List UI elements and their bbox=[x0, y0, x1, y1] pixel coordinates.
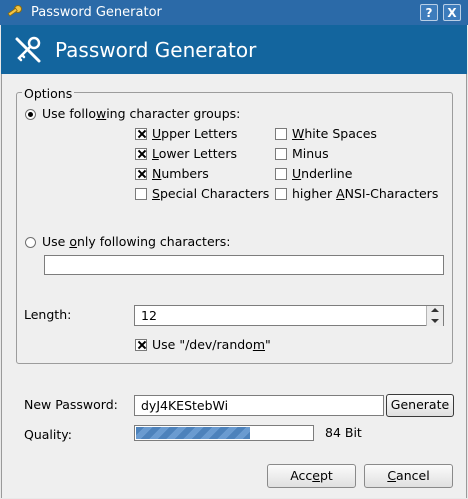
checkbox-upper-letters-label[interactable]: Upper Letters bbox=[152, 126, 237, 141]
checkbox-higher-ansi-label[interactable]: higher ANSI-Characters bbox=[292, 186, 438, 201]
checkbox-dev-random-label[interactable]: Use "/dev/random" bbox=[152, 337, 271, 352]
key-icon bbox=[7, 5, 22, 17]
radio-use-only-characters[interactable] bbox=[25, 237, 36, 248]
quality-value: 84 Bit bbox=[325, 425, 362, 440]
checkbox-white-spaces[interactable] bbox=[275, 128, 287, 140]
checkbox-special-characters[interactable] bbox=[135, 188, 147, 200]
header-banner: Password Generator bbox=[1, 25, 467, 74]
checkbox-white-spaces-label[interactable]: White Spaces bbox=[292, 126, 377, 141]
key-tools-icon bbox=[15, 36, 41, 63]
checkbox-underline-label[interactable]: Underline bbox=[292, 166, 352, 181]
length-spinbox[interactable]: 12 bbox=[134, 305, 444, 326]
window-title: Password Generator bbox=[31, 5, 162, 20]
checkbox-minus-label[interactable]: Minus bbox=[292, 146, 329, 161]
spin-up-button[interactable] bbox=[426, 306, 443, 316]
new-password-label: New Password: bbox=[24, 397, 118, 412]
checkbox-minus[interactable] bbox=[275, 148, 287, 160]
quality-label: Quality: bbox=[24, 427, 72, 442]
checkbox-lower-letters[interactable] bbox=[135, 148, 147, 160]
help-button[interactable]: ? bbox=[420, 4, 438, 21]
checkbox-higher-ansi[interactable] bbox=[275, 188, 287, 200]
quality-progress-bar bbox=[134, 425, 314, 441]
checkbox-upper-letters[interactable] bbox=[135, 128, 147, 140]
radio-use-groups-label[interactable]: Use following character groups: bbox=[42, 106, 240, 121]
quality-progress-fill bbox=[136, 427, 250, 439]
close-button[interactable]: X bbox=[443, 4, 461, 21]
accept-button[interactable]: Accept bbox=[267, 464, 356, 488]
checkbox-dev-random[interactable] bbox=[135, 339, 147, 351]
generate-button[interactable]: Generate bbox=[386, 394, 454, 417]
checkbox-numbers[interactable] bbox=[135, 168, 147, 180]
checkbox-special-characters-label[interactable]: Special Characters bbox=[152, 186, 269, 201]
spin-down-button[interactable] bbox=[426, 316, 443, 326]
checkbox-underline[interactable] bbox=[275, 168, 287, 180]
length-label: Length: bbox=[24, 307, 72, 322]
radio-use-groups[interactable] bbox=[25, 109, 36, 120]
title-bar: Password Generator ? X bbox=[0, 0, 468, 25]
banner-title: Password Generator bbox=[55, 38, 257, 62]
custom-characters-input[interactable] bbox=[44, 255, 444, 275]
cancel-button[interactable]: Cancel bbox=[364, 464, 453, 488]
checkbox-lower-letters-label[interactable]: Lower Letters bbox=[152, 146, 237, 161]
checkbox-numbers-label[interactable]: Numbers bbox=[152, 166, 209, 181]
radio-use-only-characters-label[interactable]: Use only following characters: bbox=[42, 234, 231, 249]
new-password-field[interactable]: dyJ4KEStebWi bbox=[134, 395, 384, 416]
options-group-title: Options bbox=[22, 86, 75, 101]
